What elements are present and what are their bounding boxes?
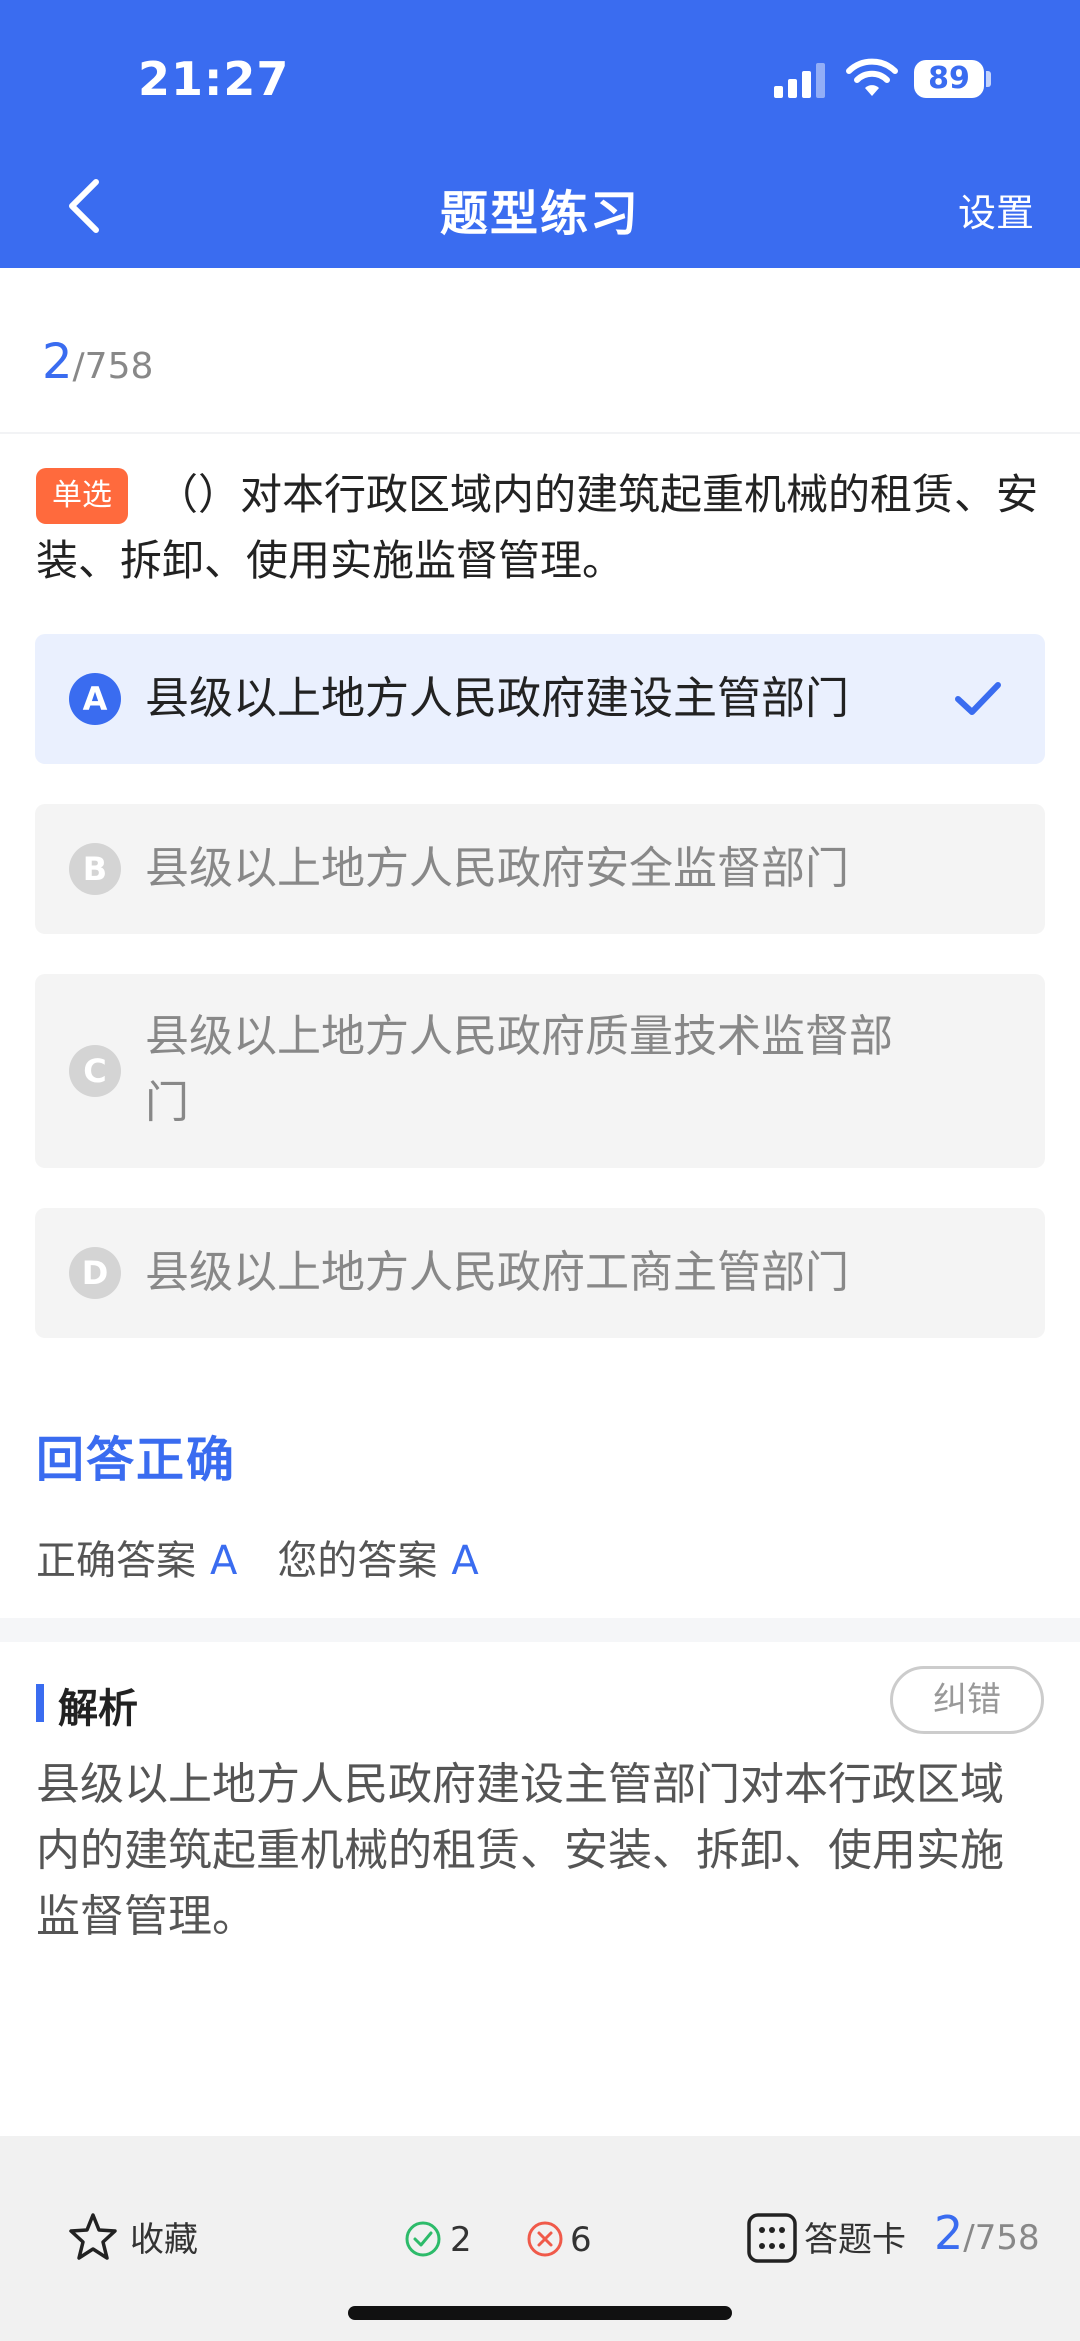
bottom-progress-current: 2 (934, 2206, 964, 2260)
analysis-title: 解析 (58, 1686, 138, 1732)
wrong-count: 6 (570, 2220, 592, 2260)
page-title: 题型练习 (439, 186, 640, 242)
wrong-circle-icon (527, 2221, 563, 2257)
result-title: 回答正确 (36, 1432, 237, 1488)
answer-card-grid-icon[interactable] (746, 2212, 798, 2264)
option-c[interactable]: C 县级以上地方人民政府质量技术监督部门 (35, 974, 1045, 1168)
option-letter: C (69, 1045, 121, 1097)
correct-circle-icon (405, 2221, 441, 2257)
bottom-progress: 2/758 (934, 2206, 1040, 2260)
answer-card-button[interactable]: 答题卡 (804, 2212, 906, 2268)
check-icon (955, 682, 1001, 715)
question-progress: 2/758 (42, 334, 153, 390)
option-b[interactable]: B 县级以上地方人民政府安全监督部门 (35, 804, 1045, 934)
option-letter: B (69, 843, 121, 895)
status-time: 21:27 (138, 52, 290, 106)
settings-button[interactable]: 设置 (958, 182, 1034, 237)
report-error-button[interactable]: 纠错 (890, 1666, 1044, 1734)
correct-answer-value: A (210, 1538, 238, 1584)
option-d[interactable]: D 县级以上地方人民政府工商主管部门 (35, 1208, 1045, 1338)
option-text: 县级以上地方人民政府建设主管部门 (145, 673, 849, 724)
answer-summary: 正确答案 A 您的答案 A (36, 1528, 519, 1586)
cellular-signal-icon (774, 63, 825, 98)
analysis-accent-bar (36, 1684, 44, 1722)
your-answer-value: A (451, 1538, 479, 1584)
battery-tip (986, 71, 991, 87)
option-text: 县级以上地方人民政府质量技术监督部门 (145, 1011, 893, 1128)
divider (0, 432, 1080, 434)
bottom-progress-total: /758 (963, 2218, 1040, 2258)
question-text: （）对本行政区域内的建筑起重机械的租赁、安装、拆卸、使用实施监督管理。 (36, 470, 1039, 585)
analysis-text: 县级以上地方人民政府建设主管部门对本行政区域内的建筑起重机械的租赁、安装、拆卸、… (36, 1759, 1004, 1942)
wifi-icon (846, 58, 898, 96)
section-separator (0, 1618, 1080, 1642)
star-icon[interactable] (68, 2212, 118, 2262)
option-a[interactable]: A 县级以上地方人民政府建设主管部门 (35, 634, 1045, 764)
correct-answer-label: 正确答案 (36, 1538, 196, 1584)
question-type-badge: 单选 (36, 468, 128, 524)
your-answer-label: 您的答案 (277, 1538, 438, 1584)
option-text: 县级以上地方人民政府安全监督部门 (145, 843, 849, 894)
option-text: 县级以上地方人民政府工商主管部门 (145, 1247, 849, 1298)
option-letter: A (69, 673, 121, 725)
home-indicator[interactable] (348, 2306, 732, 2320)
progress-current: 2 (42, 334, 73, 390)
favorite-button[interactable]: 收藏 (130, 2212, 198, 2268)
option-letter: D (69, 1247, 121, 1299)
header-bar: 21:27 89 题型练习 设置 (0, 0, 1080, 268)
question-stem: 单选 （）对本行政区域内的建筑起重机械的租赁、安装、拆卸、使用实施监督管理。 (36, 462, 1046, 594)
correct-count: 2 (450, 2220, 472, 2260)
progress-total: /758 (72, 346, 154, 387)
battery-level: 89 (914, 60, 984, 98)
